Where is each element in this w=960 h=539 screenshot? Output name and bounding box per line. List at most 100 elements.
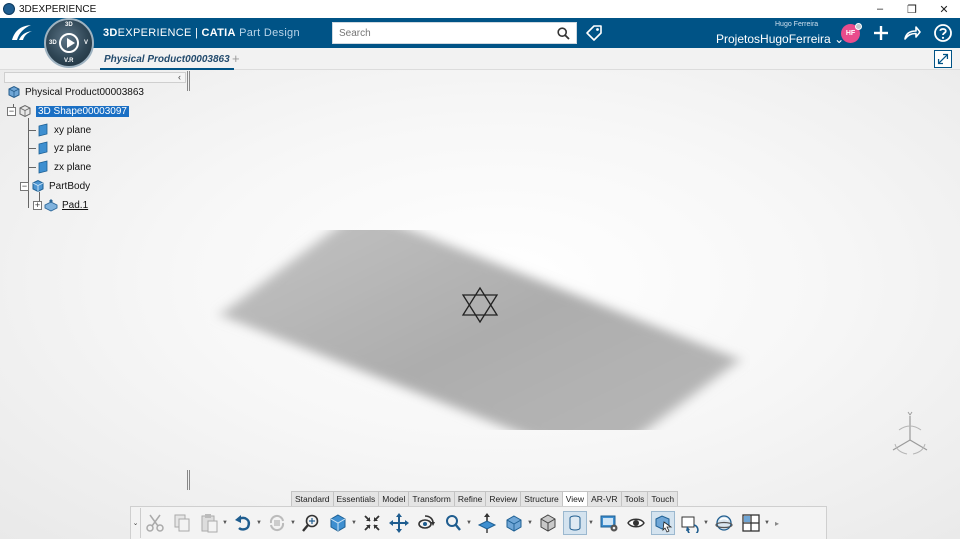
action-bar: ⌄ ▼ ▼ ▼ ▼ ▼ ▼ ▼ ▼ ▼ ▸ [130,506,827,539]
tree-node-label: yz plane [54,142,92,154]
zoom-icon [301,514,318,532]
minimize-button[interactable]: – [864,0,896,18]
action-bar-more-button[interactable]: ▸ [775,519,779,528]
collapse-toggle[interactable]: − [20,181,29,191]
part-pad-geometry[interactable] [210,230,750,430]
chevron-down-icon[interactable]: ▼ [527,520,533,526]
tab-structure[interactable]: Structure [520,491,563,506]
add-tab-button[interactable]: + [232,51,240,66]
tree-node-pad[interactable]: + Pad.1 [33,197,88,213]
search-input[interactable] [333,23,543,43]
normal-view-button[interactable] [326,511,350,535]
grid-view-icon [741,514,760,532]
tree-node-xy-plane[interactable]: xy plane [36,122,91,138]
hide-show-button[interactable] [624,511,648,535]
panel-splitter-handle[interactable] [187,470,190,490]
fit-all-icon [363,515,380,531]
tab-physical-product[interactable]: Physical Product00003863 [100,50,234,70]
update-button[interactable] [265,511,289,535]
tab-tools[interactable]: Tools [620,491,649,506]
share-icon[interactable] [902,23,922,43]
close-button[interactable]: ✕ [928,0,960,18]
restore-button[interactable]: ❐ [896,0,928,18]
app-icon [3,3,15,15]
tab-standard[interactable]: Standard [291,491,334,506]
plus-icon[interactable] [871,23,891,43]
tab-view[interactable]: View [561,491,589,506]
zoom-in-out-button[interactable] [441,511,465,535]
chevron-down-icon[interactable]: ▼ [466,520,472,526]
brand-catia: CATIA [201,27,236,39]
multi-view-button[interactable] [739,511,763,535]
render-settings-button[interactable] [597,511,621,535]
swap-visible-space-button[interactable] [678,511,702,535]
rotate-button[interactable] [414,511,438,535]
tag-icon[interactable] [585,24,603,42]
axis-tripod-icon[interactable] [885,410,935,458]
compass-widget[interactable]: 3D 3D V V.R [44,18,94,68]
compass-left-label: 3D [49,40,57,46]
chevron-down-icon[interactable]: ▼ [703,520,709,526]
chevron-down-icon[interactable]: ▼ [222,520,228,526]
update-icon [269,514,284,532]
chevron-down-icon[interactable]: ▼ [588,520,594,526]
tree-connector [28,130,36,131]
tree-node-physical-product[interactable]: Physical Product00003863 [7,84,144,100]
chevron-down-icon[interactable]: ▼ [764,520,770,526]
cut-button[interactable] [143,511,167,535]
origin-star-icon [461,286,499,324]
search-box[interactable] [332,22,577,44]
chevron-down-icon[interactable]: ▼ [290,520,296,526]
tree-node-label: PartBody [49,180,91,192]
view-direction-icon [477,513,496,533]
action-bar-collapse-button[interactable]: ⌄ [131,508,141,538]
tree-node-3d-shape[interactable]: − 3D Shape00003097 [7,103,129,119]
collapse-toggle[interactable]: − [7,106,16,116]
zoom-area-button[interactable] [299,511,323,535]
cylinder-view-button[interactable] [562,511,587,535]
3d-viewport[interactable]: ‹ Physical Product00003863 − 3D Shape000… [0,70,960,539]
plane-icon [38,160,48,174]
normal-view-direction-button[interactable] [475,511,499,535]
tree-connector [28,148,36,149]
avatar[interactable]: HF [841,23,862,43]
tree-connector [28,118,29,208]
tab-touch[interactable]: Touch [647,491,679,506]
select-box-button[interactable] [650,511,675,535]
chevron-down-icon[interactable]: ▼ [256,520,262,526]
collaborative-space-selector[interactable]: ProjetosHugoFerreira ⌄ [716,32,844,46]
tree-collapse-button[interactable]: ‹ [4,72,186,83]
fullscreen-toggle-icon[interactable] [934,50,952,68]
tree-node-yz-plane[interactable]: yz plane [36,140,91,156]
tree-node-partbody[interactable]: − PartBody [20,178,90,194]
tab-ar-vr[interactable]: AR-VR [587,491,622,506]
tree-node-zx-plane[interactable]: zx plane [36,159,91,175]
tree-connector [28,167,36,168]
undo-button[interactable] [231,511,255,535]
tab-model[interactable]: Model [378,491,410,506]
fit-all-button[interactable] [360,511,384,535]
paste-button[interactable] [197,511,221,535]
shading-with-edges-button[interactable] [536,511,560,535]
window-title: 3DEXPERIENCE [19,3,97,15]
dassault-logo-icon[interactable] [9,22,35,44]
search-icon[interactable] [557,27,570,40]
tab-transform[interactable]: Transform [408,491,455,506]
magnifier-icon [445,515,461,531]
help-icon[interactable] [933,23,953,43]
compass-right-label: V [84,40,89,46]
tab-refine[interactable]: Refine [453,491,487,506]
tree-splitter-handle[interactable] [187,71,190,91]
ambience-button[interactable] [712,511,736,535]
quick-view-button[interactable] [502,511,526,535]
chevron-down-icon[interactable]: ▼ [351,520,357,526]
app-brand: 3DEXPERIENCE | CATIA Part Design [103,27,300,39]
copy-icon [174,514,189,532]
tree-node-label: xy plane [54,124,92,136]
expand-toggle[interactable]: + [33,200,42,210]
pan-button[interactable] [387,511,411,535]
copy-button[interactable] [170,511,194,535]
tab-review[interactable]: Review [485,491,522,506]
tab-essentials[interactable]: Essentials [332,491,380,506]
brand-experience: EXPERIENCE [117,27,192,39]
